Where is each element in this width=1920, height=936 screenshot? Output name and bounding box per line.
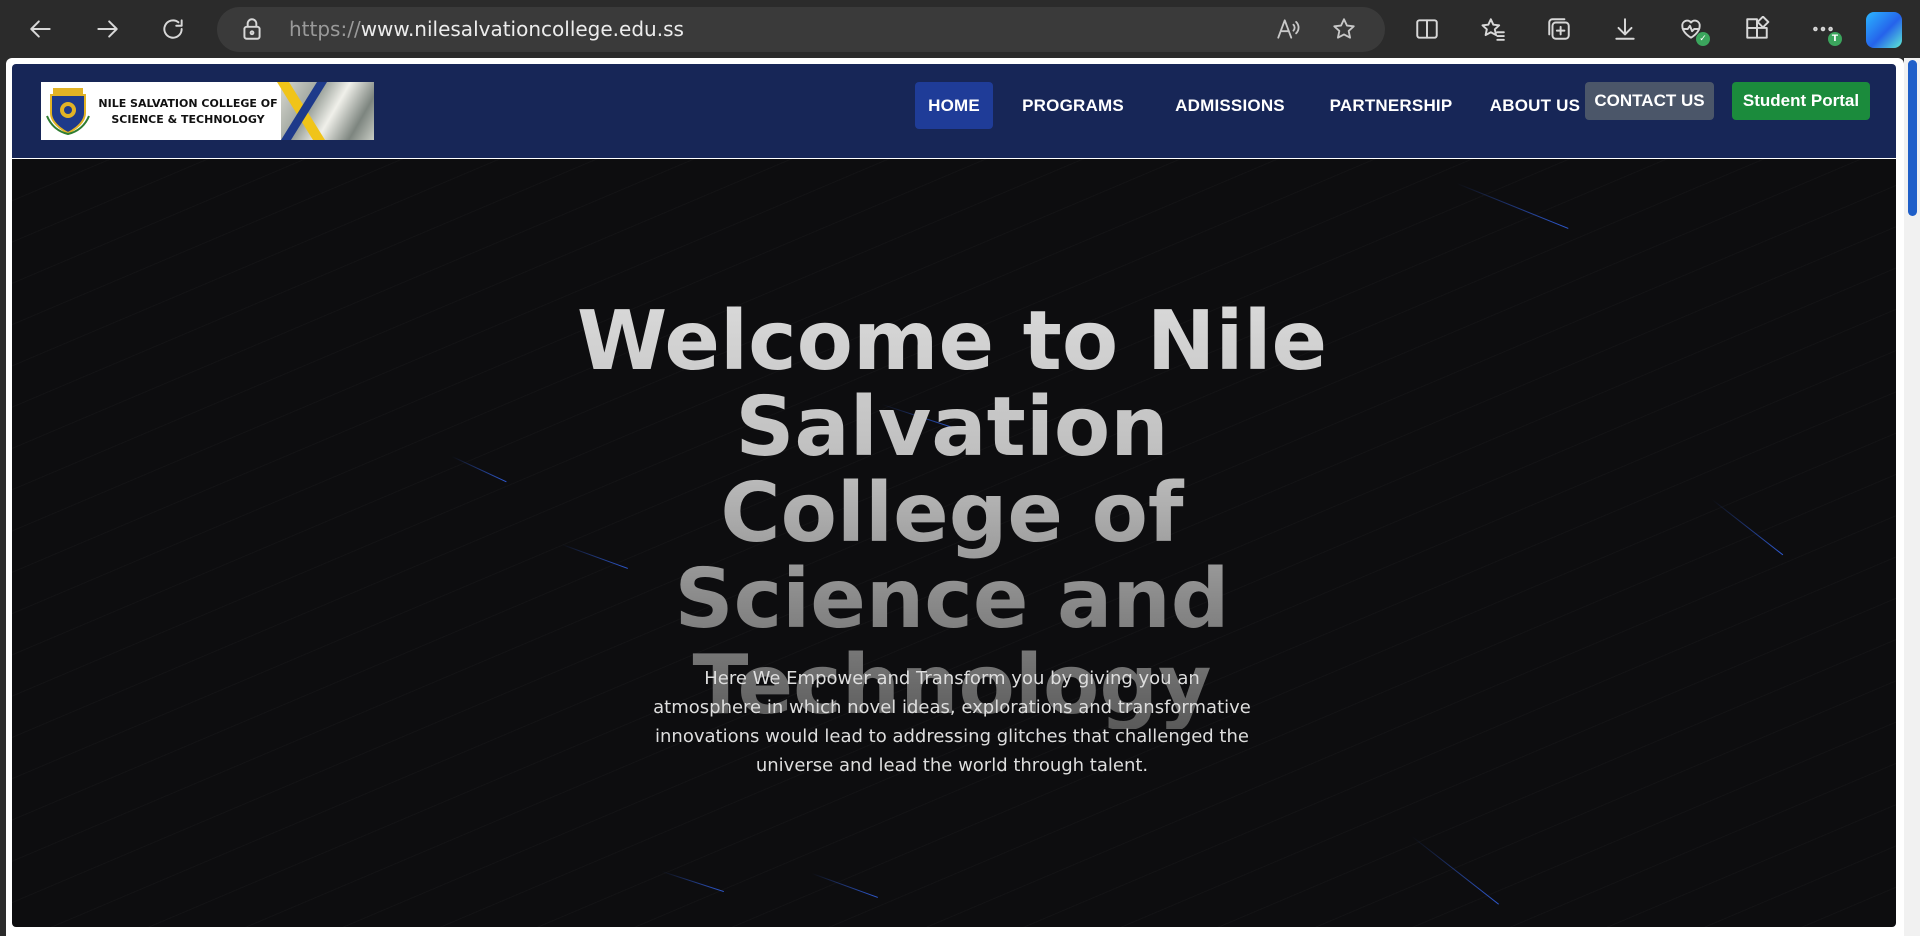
star-icon [1333,18,1355,39]
favorites-icon [1481,18,1505,41]
arrow-left-icon [30,20,51,38]
split-screen-button[interactable] [1408,10,1446,48]
url-host: www.nilesalvationcollege.edu.ss [360,17,684,41]
copilot-icon[interactable] [1866,12,1902,48]
favorite-button[interactable] [1331,16,1359,44]
refresh-icon [163,19,183,39]
college-logo[interactable]: NILE SALVATION COLLEGE OF SCIENCE & TECH… [41,82,374,140]
shooting-star-decoration [661,871,724,893]
shooting-star-decoration [1711,499,1784,556]
contact-us-button[interactable]: CONTACT US [1585,82,1714,120]
nav-admissions[interactable]: ADMISSIONS [1159,82,1301,129]
url-text[interactable]: https://www.nilesalvationcollege.edu.ss [289,17,684,41]
scrollbar-thumb[interactable] [1908,60,1917,216]
collections-button[interactable] [1540,10,1578,48]
shooting-star-decoration [1411,836,1499,905]
shooting-star-decoration [811,873,878,898]
extensions-icon [1746,16,1770,39]
page-scrollbar[interactable] [1904,58,1920,936]
extensions-button[interactable] [1738,10,1776,48]
read-aloud-icon [1277,19,1300,39]
nav-programs[interactable]: PROGRAMS [1017,82,1129,129]
essentials-check-badge: ✓ [1696,32,1710,46]
downloads-button[interactable] [1606,10,1644,48]
logo-text: NILE SALVATION COLLEGE OF SCIENCE & TECH… [98,97,278,126]
profile-badge: T [1828,32,1842,46]
url-scheme: https:// [289,17,361,41]
more-menu-button[interactable]: T [1804,10,1842,48]
nav-about-us[interactable]: ABOUT US [1470,82,1600,129]
lock-icon[interactable] [239,16,265,42]
college-crest-icon [46,88,90,136]
back-button[interactable] [22,10,60,48]
download-icon [1615,18,1635,40]
hero-subtitle: Here We Empower and Transform you by giv… [653,668,1251,776]
page-viewport: NILE SALVATION COLLEGE OF SCIENCE & TECH… [6,58,1904,936]
browser-essentials-button[interactable]: ✓ [1672,10,1710,48]
arrow-right-icon [97,20,118,38]
favorites-button[interactable] [1474,10,1512,48]
nav-home[interactable]: HOME [915,82,993,129]
address-bar[interactable]: https://www.nilesalvationcollege.edu.ss [217,7,1385,52]
read-aloud-button[interactable] [1275,16,1303,44]
shooting-star-decoration [451,456,507,483]
student-portal-button[interactable]: Student Portal [1732,82,1870,120]
refresh-button[interactable] [154,10,192,48]
site-header: NILE SALVATION COLLEGE OF SCIENCE & TECH… [12,64,1896,158]
shooting-star-decoration [1456,183,1569,229]
collections-icon [1548,18,1570,40]
forward-button[interactable] [88,10,126,48]
logo-x-mark [277,82,327,140]
split-screen-icon [1416,19,1438,39]
nav-partnership[interactable]: PARTNERSHIP [1312,82,1470,129]
hero-section: Welcome to Nile Salvation College of Sci… [12,159,1896,927]
browser-toolbar: https://www.nilesalvationcollege.edu.ss … [0,0,1920,58]
